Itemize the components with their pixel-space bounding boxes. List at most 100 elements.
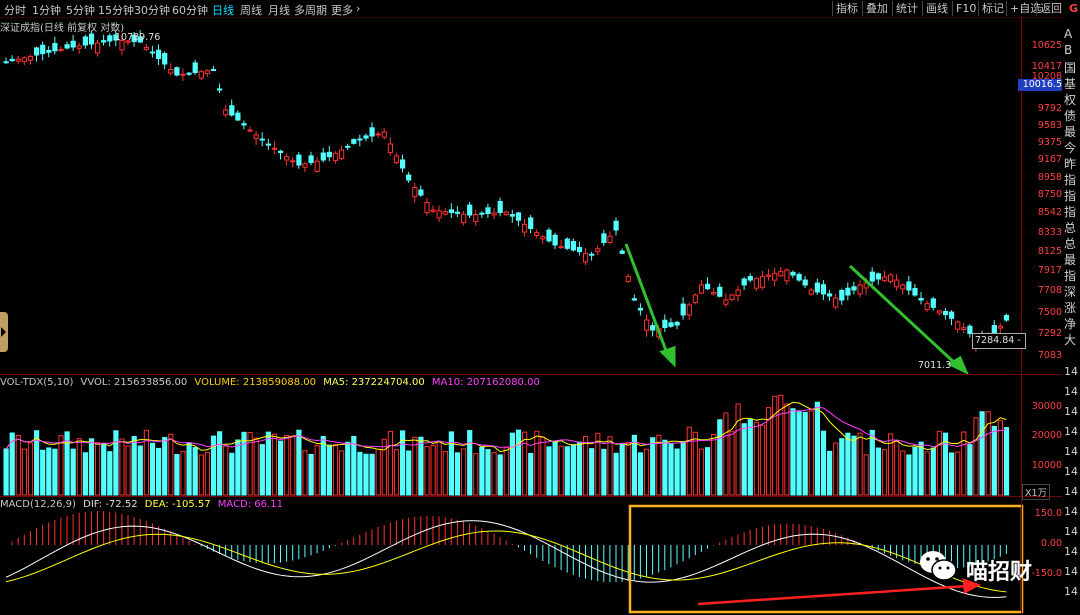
candle: [766, 274, 772, 277]
volume-bar: [131, 436, 137, 496]
ma5-value: MA5: 237224704.00: [323, 377, 425, 388]
corner-g-icon[interactable]: G: [1066, 1, 1080, 16]
volume-bar: [564, 446, 570, 496]
candle: [522, 223, 528, 233]
candle: [21, 57, 27, 62]
volume-bar: [503, 446, 509, 496]
volume-bar: [863, 454, 869, 496]
candle: [278, 150, 284, 153]
volume-bar: [784, 403, 790, 496]
candle: [570, 240, 576, 251]
volume-bar: [735, 403, 741, 496]
volume-bar: [644, 448, 650, 496]
volume-bar: [473, 453, 479, 496]
volume-bar: [290, 436, 296, 496]
candle: [259, 138, 265, 141]
candle: [241, 123, 247, 126]
info-value: 14: [1064, 525, 1078, 538]
info-value: 14: [1064, 445, 1078, 458]
candle: [589, 253, 595, 256]
candle: [552, 234, 558, 246]
chart-canvas: [3, 29, 1024, 614]
candle: [515, 212, 522, 221]
volume-bar: [308, 453, 314, 496]
info-label: 总: [1064, 221, 1077, 235]
volume-bar: [680, 441, 686, 496]
candle: [95, 42, 101, 54]
volume-bar: [247, 432, 253, 496]
volume-bar: [107, 451, 113, 496]
candle: [546, 229, 552, 242]
volume-bar: [58, 435, 64, 496]
candle: [271, 147, 278, 150]
price-tick: 9167: [1037, 154, 1062, 165]
candle: [839, 289, 845, 301]
candle: [802, 279, 808, 286]
volume-bar: [979, 411, 985, 496]
candle: [900, 284, 906, 290]
price-tick: 7708: [1037, 285, 1062, 296]
volume-bar: [997, 420, 1003, 496]
volume-bar: [820, 430, 827, 496]
volume-bar: [3, 448, 9, 496]
volume-bar: [95, 442, 101, 496]
expand-panel-button[interactable]: [0, 312, 8, 352]
current-price-tag: 7284.84 -: [972, 333, 1026, 349]
candle: [204, 70, 211, 75]
volume-bar: [101, 443, 107, 496]
info-label: A: [1064, 27, 1073, 41]
volume-bar: [918, 441, 924, 496]
volume-bar: [387, 430, 393, 496]
info-value: 14: [1064, 385, 1078, 398]
volume-bar: [930, 447, 936, 496]
candle: [564, 238, 570, 249]
info-value: 14: [1064, 565, 1078, 578]
volume-bar: [345, 441, 351, 496]
candle: [88, 33, 95, 45]
volume-bar: [119, 438, 125, 496]
volume-bar: [790, 408, 796, 496]
volume-bar: [418, 436, 424, 496]
volume-panel-header: VOL-TDX(5,10) VVOL: 215633856.00 VOLUME:…: [0, 377, 544, 391]
volume-bar: [278, 440, 284, 496]
volume-bar: [717, 419, 723, 496]
volume-bar: [461, 448, 467, 496]
volume-bar: [747, 419, 753, 496]
candle: [491, 212, 497, 216]
info-value: 14: [1064, 425, 1078, 438]
macd-dif-line: [5, 520, 1007, 598]
candle: [369, 127, 375, 137]
volume-bar: [827, 450, 833, 496]
candle: [735, 289, 741, 297]
volume-bar: [955, 451, 961, 496]
candle: [3, 61, 9, 64]
volume-bar: [15, 434, 21, 496]
info-label: B: [1064, 43, 1073, 57]
macd-dea-line: [5, 530, 1007, 593]
volume-tick: 20000: [1031, 430, 1062, 441]
volume-bar: [424, 446, 430, 496]
candle: [698, 284, 705, 294]
info-value: 14: [1064, 585, 1078, 598]
volume-bar: [546, 446, 552, 496]
candle: [759, 276, 766, 288]
candle: [827, 293, 833, 297]
macd-panel-header: MACD(12,26,9) DIF: -72.52 DEA: -105.57 M…: [0, 499, 287, 513]
volume-bar: [363, 453, 369, 496]
candle: [418, 189, 424, 196]
info-label: 指: [1064, 189, 1077, 203]
volume-bar: [650, 437, 656, 496]
volume-bar: [76, 438, 82, 496]
high-price-label: 10789.76: [115, 32, 161, 43]
candle: [686, 304, 692, 316]
volume-bar: [27, 442, 34, 496]
candle: [412, 187, 418, 198]
volume-bar: [607, 436, 613, 496]
volume-bar: [381, 438, 387, 496]
candle: [302, 163, 308, 168]
candle: [406, 174, 412, 181]
macd-histogram: [11, 511, 1007, 583]
volume-bar: [583, 436, 589, 496]
info-label: 权: [1064, 93, 1077, 107]
candle: [961, 327, 967, 330]
